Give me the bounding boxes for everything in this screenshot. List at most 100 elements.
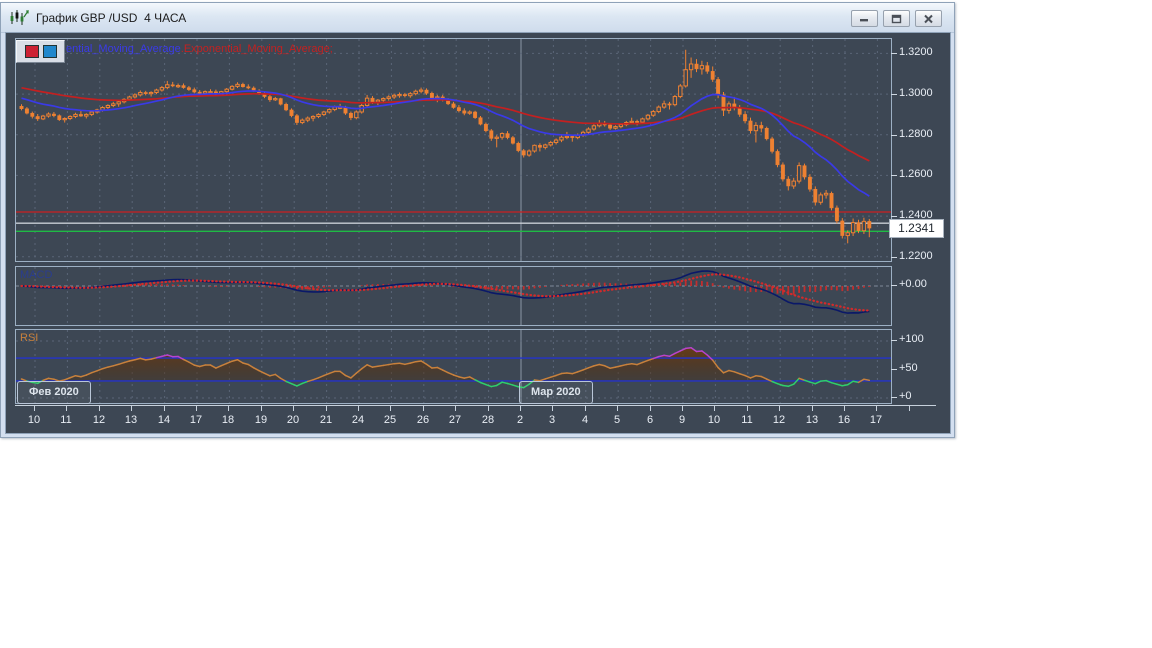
- price-axis-label: 1.3000: [899, 87, 933, 99]
- time-axis-label: 10: [701, 414, 727, 426]
- time-axis-tick: [650, 406, 651, 411]
- time-axis-tick: [617, 406, 618, 411]
- time-axis-tick: [682, 406, 683, 411]
- time-axis-label: 5: [604, 414, 630, 426]
- price-chart-svg[interactable]: [16, 39, 891, 261]
- time-axis-label: 24: [345, 414, 371, 426]
- ema-legend: ential_Moving_Average.Exponential_Moving…: [66, 43, 333, 55]
- macd-label: MACD: [20, 269, 52, 281]
- time-axis-label: 18: [215, 414, 241, 426]
- time-axis-tick: [844, 406, 845, 411]
- time-axis-label: 13: [118, 414, 144, 426]
- time-axis-label: 12: [86, 414, 112, 426]
- time-axis-tick: [455, 406, 456, 411]
- chart-window: График GBP /USD 4 ЧАСА: [0, 2, 955, 438]
- window-title: График GBP /USD 4 ЧАСА: [36, 11, 186, 25]
- time-axis-label: 11: [53, 414, 79, 426]
- time-axis-tick: [228, 406, 229, 411]
- indicator-axis-tick: [891, 340, 897, 341]
- indicator-axis-tick: [891, 397, 897, 398]
- time-axis-tick: [812, 406, 813, 411]
- price-axis-tick: [891, 53, 897, 54]
- time-axis-label: 20: [280, 414, 306, 426]
- price-axis-tick: [891, 216, 897, 217]
- time-axis-label: 12: [766, 414, 792, 426]
- time-axis-label: 2: [507, 414, 533, 426]
- time-axis-label: 26: [410, 414, 436, 426]
- minimize-icon: [859, 14, 870, 23]
- price-axis-label: 1.2600: [899, 168, 933, 180]
- window-titlebar[interactable]: График GBP /USD 4 ЧАСА: [1, 3, 954, 33]
- legend-swatch-blue[interactable]: [43, 45, 57, 58]
- time-axis-tick: [876, 406, 877, 411]
- ema-slow-legend-label: .Exponential_Moving_Average;: [181, 43, 333, 55]
- time-axis-tick: [488, 406, 489, 411]
- time-axis-tick: [909, 406, 910, 411]
- time-axis-tick: [714, 406, 715, 411]
- time-axis-tick: [423, 406, 424, 411]
- time-axis-label: 17: [183, 414, 209, 426]
- price-axis-tick: [891, 94, 897, 95]
- time-axis-tick: [34, 406, 35, 411]
- price-axis-label: 1.2200: [899, 250, 933, 262]
- indicator-axis-label: +50: [899, 362, 918, 374]
- time-axis-label: 9: [669, 414, 695, 426]
- time-axis-tick: [585, 406, 586, 411]
- price-axis-label: 1.2800: [899, 128, 933, 140]
- rsi-chart-svg[interactable]: [16, 330, 891, 403]
- time-axis-tick: [358, 406, 359, 411]
- time-axis-tick: [552, 406, 553, 411]
- legend-swatch-red[interactable]: [25, 45, 39, 58]
- time-axis-line: [15, 405, 936, 406]
- time-axis-tick: [779, 406, 780, 411]
- indicator-axis-label: +0: [899, 390, 912, 402]
- time-axis-label: 19: [248, 414, 274, 426]
- time-axis-tick: [520, 406, 521, 411]
- restore-icon: [891, 14, 902, 24]
- time-axis-tick: [326, 406, 327, 411]
- macd-panel[interactable]: MACD: [15, 266, 892, 326]
- time-axis-label: 10: [21, 414, 47, 426]
- time-axis-label: 4: [572, 414, 598, 426]
- rsi-label: RSI: [20, 332, 38, 344]
- legend-swatches[interactable]: [16, 40, 65, 63]
- time-axis-label: 25: [377, 414, 403, 426]
- indicator-axis-label: +0.00: [899, 278, 927, 290]
- price-axis-tick: [891, 175, 897, 176]
- time-axis-tick: [66, 406, 67, 411]
- time-axis-label: 27: [442, 414, 468, 426]
- rsi-panel[interactable]: RSI: [15, 329, 892, 404]
- time-axis-tick: [131, 406, 132, 411]
- time-axis-label: 28: [475, 414, 501, 426]
- time-axis-label: 21: [313, 414, 339, 426]
- time-axis-label: 17: [863, 414, 889, 426]
- maximize-button[interactable]: [883, 10, 910, 27]
- time-axis-tick: [293, 406, 294, 411]
- macd-chart-svg[interactable]: [16, 267, 891, 325]
- time-axis-tick: [390, 406, 391, 411]
- ema-fast-legend-label: ential_Moving_Average: [66, 43, 181, 55]
- time-axis-tick: [99, 406, 100, 411]
- month-label-mar: Мар 2020: [519, 381, 593, 404]
- time-axis-tick: [747, 406, 748, 411]
- time-axis-tick: [261, 406, 262, 411]
- indicator-axis-label: +100: [899, 333, 924, 345]
- price-panel[interactable]: ential_Moving_Average.Exponential_Moving…: [15, 38, 892, 262]
- time-axis-tick: [196, 406, 197, 411]
- price-axis-label: 1.3200: [899, 46, 933, 58]
- indicator-axis-tick: [891, 369, 897, 370]
- indicator-axis-tick: [891, 285, 897, 286]
- last-price-tag: 1.2341: [889, 219, 944, 238]
- close-icon: [923, 14, 934, 24]
- time-axis-label: 3: [539, 414, 565, 426]
- app-icon: [9, 9, 29, 27]
- time-axis-label: 11: [734, 414, 760, 426]
- month-label-feb: Фев 2020: [17, 381, 91, 404]
- minimize-button[interactable]: [851, 10, 878, 27]
- time-axis-label: 6: [637, 414, 663, 426]
- price-axis-tick: [891, 257, 897, 258]
- time-axis-label: 13: [799, 414, 825, 426]
- time-axis-label: 14: [151, 414, 177, 426]
- chart-client-area: ential_Moving_Average.Exponential_Moving…: [5, 32, 951, 434]
- close-button[interactable]: [915, 10, 942, 27]
